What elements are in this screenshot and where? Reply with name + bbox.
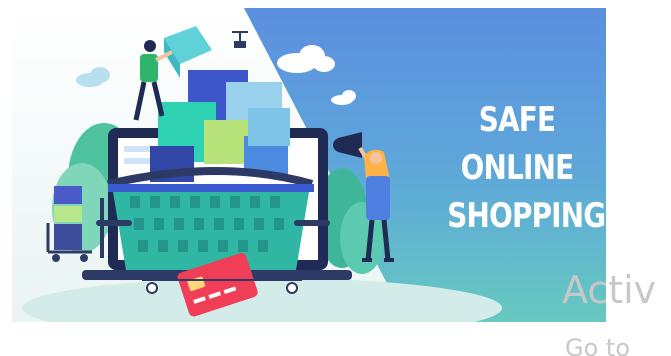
windows-activation-watermark-subtitle: Go to: [565, 334, 631, 356]
headline-line-shopping: SHOPPING: [447, 196, 606, 236]
headline-line-safe: SAFE: [478, 100, 556, 140]
banner-headline: SAFE ONLINE SHOPPING: [447, 96, 606, 240]
windows-activation-watermark-title: Activ: [562, 268, 657, 312]
safe-online-shopping-banner: SAFE ONLINE SHOPPING: [12, 8, 606, 322]
screenshot-stage: SAFE ONLINE SHOPPING Activ Go to: [0, 0, 671, 356]
shopping-basket-icon: [96, 167, 330, 270]
headline-line-online: ONLINE: [460, 148, 574, 188]
